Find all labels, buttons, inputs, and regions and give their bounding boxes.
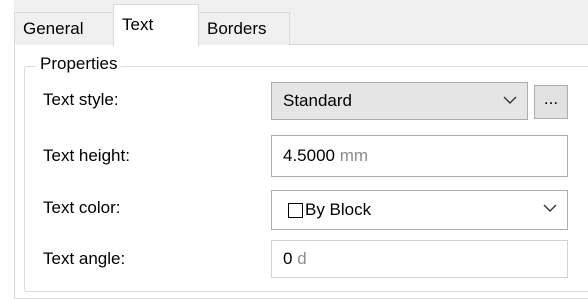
panel-border-left [14, 45, 15, 299]
text-angle-label: Text angle: [43, 249, 126, 268]
properties-legend: Properties [36, 54, 122, 74]
tab-general-label: General [23, 19, 84, 38]
text-color-dropdown[interactable]: By Block [271, 190, 568, 230]
text-height-unit: mm [339, 146, 369, 165]
text-style-value: Standard [283, 91, 352, 110]
tab-borders-label: Borders [207, 19, 267, 38]
text-height-value: 4.5000 [283, 146, 335, 165]
tab-borders[interactable]: Borders [198, 12, 290, 45]
text-angle-unit: d [297, 249, 307, 268]
tab-general[interactable]: General [14, 12, 114, 45]
text-height-label: Text height: [43, 146, 130, 165]
tab-text-label: Text [122, 15, 154, 34]
text-height-input[interactable]: 4.5000 mm [271, 135, 568, 177]
color-swatch-icon [288, 202, 303, 218]
text-style-browse-button[interactable]: ... [534, 85, 568, 119]
text-angle-value: 0 [283, 249, 293, 268]
tab-text[interactable]: Text [113, 4, 199, 46]
text-style-dropdown[interactable]: Standard [271, 82, 528, 120]
text-style-label: Text style: [43, 90, 119, 109]
text-angle-input[interactable]: 0 d [271, 240, 568, 278]
chevron-down-icon [543, 204, 557, 212]
chevron-down-icon [503, 96, 517, 104]
text-color-value: By Block [305, 200, 372, 219]
text-color-label: Text color: [43, 198, 121, 217]
